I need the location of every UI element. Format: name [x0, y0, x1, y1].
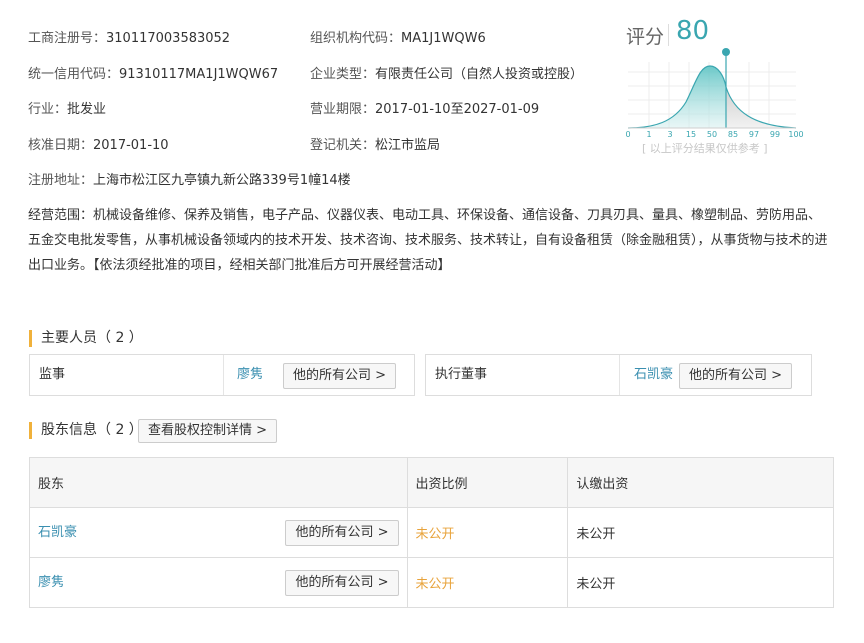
axis-tick-label: 1: [646, 130, 651, 139]
shareholder-name-link[interactable]: 石凯豪: [38, 525, 77, 540]
axis-tick-label: 100: [788, 130, 803, 139]
staff-count: （ 2 ）: [97, 330, 143, 346]
reg-no-label: 工商注册号：: [28, 31, 107, 46]
org-code-row: 组织机构代码：MA1J1WQW6: [310, 27, 486, 46]
scope-value: 机械设备维修、保养及销售，电子产品、仪器仪表、电动工具、环保设备、通信设备、刀具…: [28, 208, 828, 273]
axis-tick-label: 97: [749, 130, 759, 139]
authority-label: 登记机关：: [310, 138, 376, 153]
staff-name-link[interactable]: 廖隽: [237, 355, 263, 395]
credit-code-label: 统一信用代码：: [28, 67, 120, 82]
approval-date-label: 核准日期：: [28, 138, 94, 153]
axis-tick-label: 99: [770, 130, 780, 139]
axis-tick-label: 50: [707, 130, 717, 139]
credit-code-row: 统一信用代码：91310117MA1J1WQW67: [28, 63, 278, 82]
staff-card-supervisor: 监事 廖隽 他的所有公司 >: [29, 354, 415, 396]
score-distribution-chart: 0 1 3 15 50 85 97 99 100: [625, 48, 804, 139]
address-row: 注册地址：上海市松江区九亭镇九新公路339号1幢14楼: [28, 169, 351, 188]
term-value: 2017-01-10至2027-01-09: [375, 102, 540, 117]
staff-role: 监事: [39, 367, 66, 382]
table-row: 石凯豪 他的所有公司 > 未公开 未公开: [29, 507, 834, 558]
chart-axis-ticks: 0 1 3 15 50 85 97 99 100: [625, 130, 803, 139]
term-label: 营业期限：: [310, 102, 376, 117]
shareholder-cell: 廖隽 他的所有公司 >: [29, 557, 408, 608]
approval-date-row: 核准日期：2017-01-10: [28, 134, 169, 153]
all-companies-button[interactable]: 他的所有公司 >: [283, 363, 397, 389]
amount-cell: 未公开: [567, 557, 834, 608]
axis-tick-label: 15: [686, 130, 696, 139]
address-label: 注册地址：: [28, 173, 94, 188]
shareholder-name-link[interactable]: 廖隽: [38, 575, 64, 590]
authority-value: 松江市监局: [375, 138, 441, 153]
authority-row: 登记机关：松江市监局: [310, 134, 440, 153]
ratio-cell: 未公开: [406, 557, 569, 608]
industry-value: 批发业: [67, 102, 107, 117]
staff-role: 执行董事: [435, 367, 488, 382]
all-companies-button[interactable]: 他的所有公司 >: [679, 363, 793, 389]
ratio-cell: 未公开: [406, 507, 569, 558]
staff-title: 主要人员: [41, 330, 97, 346]
all-companies-button[interactable]: 他的所有公司 >: [285, 570, 399, 596]
industry-label: 行业：: [28, 102, 68, 117]
score-marker-dot: [722, 48, 730, 56]
axis-tick-label: 85: [728, 130, 738, 139]
column-header-ratio: 出资比例: [406, 457, 569, 508]
scope-label: 经营范围：: [28, 208, 94, 223]
score-note: [ 以上评分结果仅供参考 ]: [642, 142, 768, 155]
shareholder-cell: 石凯豪 他的所有公司 >: [29, 507, 408, 558]
org-code-value: MA1J1WQW6: [401, 31, 486, 46]
staff-divider: [619, 355, 620, 395]
address-value: 上海市松江区九亭镇九新公路339号1幢14楼: [93, 173, 351, 188]
staff-card-director: 执行董事 石凯豪 他的所有公司 >: [425, 354, 812, 396]
amount-cell: 未公开: [567, 507, 834, 558]
shareholder-title: 股东信息: [41, 422, 97, 438]
reg-no-value: 310117003583052: [106, 31, 231, 46]
chart-curve-left: [628, 66, 726, 128]
company-type-label: 企业类型：: [310, 67, 376, 82]
column-header-amount: 认缴出资: [567, 457, 834, 508]
axis-tick-label: 3: [667, 130, 672, 139]
term-row: 营业期限：2017-01-10至2027-01-09: [310, 98, 539, 117]
equity-control-detail-button[interactable]: 查看股权控制详情 >: [138, 419, 278, 443]
shareholder-section-title: 股东信息（ 2 ）: [29, 422, 143, 439]
all-companies-button[interactable]: 他的所有公司 >: [285, 520, 399, 546]
approval-date-value: 2017-01-10: [93, 138, 169, 153]
column-header-shareholder: 股东: [29, 457, 408, 508]
company-type-value: 有限责任公司（自然人投资或控股）: [375, 67, 584, 82]
staff-section-title: 主要人员（ 2 ）: [29, 330, 143, 347]
table-row: 廖隽 他的所有公司 > 未公开 未公开: [29, 557, 834, 608]
industry-row: 行业：批发业: [28, 98, 106, 117]
business-scope: 经营范围：机械设备维修、保养及销售，电子产品、仪器仪表、电动工具、环保设备、通信…: [28, 203, 828, 278]
org-code-label: 组织机构代码：: [310, 31, 402, 46]
staff-name-link[interactable]: 石凯豪: [634, 355, 673, 395]
credit-code-value: 91310117MA1J1WQW67: [119, 67, 279, 82]
shareholder-table: 股东 出资比例 认缴出资 石凯豪 他的所有公司 > 未公开 未公开 廖隽 他的所…: [29, 457, 834, 608]
table-header-row: 股东 出资比例 认缴出资: [29, 457, 834, 508]
shareholder-count: （ 2 ）: [97, 422, 143, 438]
staff-divider: [223, 355, 224, 395]
company-type-row: 企业类型：有限责任公司（自然人投资或控股）: [310, 63, 583, 82]
reg-no-row: 工商注册号：310117003583052: [28, 27, 230, 46]
axis-tick-label: 0: [625, 130, 630, 139]
